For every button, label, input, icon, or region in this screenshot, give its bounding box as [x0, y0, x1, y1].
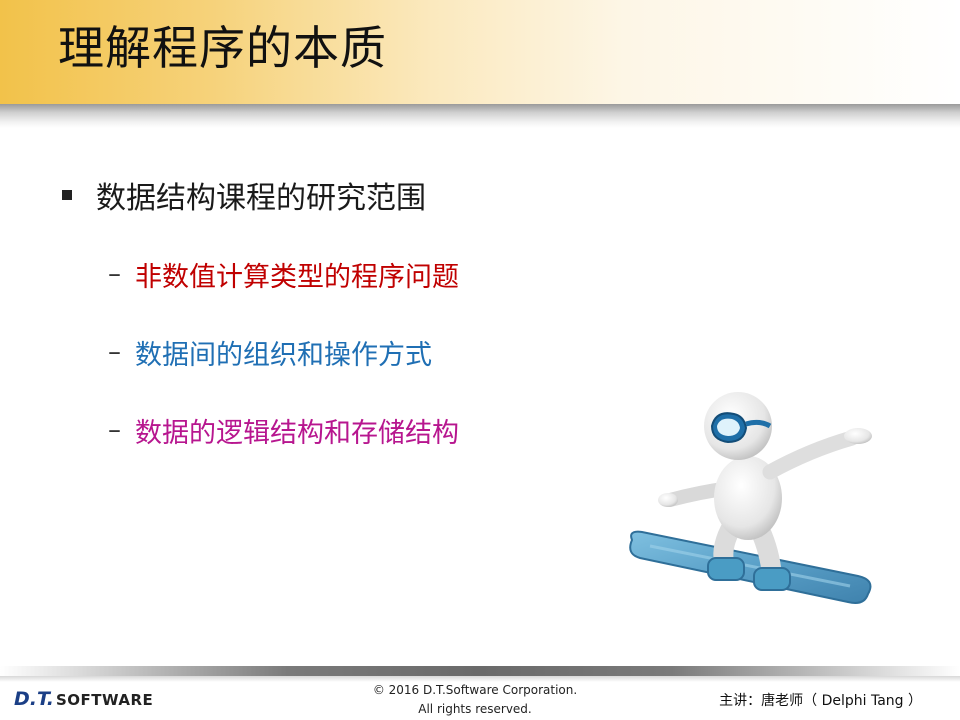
page-title: 理解程序的本质	[58, 21, 387, 75]
presenter-credit: 主讲：唐老师（ Delphi Tang ）	[719, 693, 922, 709]
company-logo: D.T. SOFTWARE	[14, 688, 153, 710]
copyright-line-2: All rights reserved.	[418, 702, 532, 716]
square-bullet-icon	[62, 190, 72, 200]
logo-wordmark: SOFTWARE	[55, 691, 154, 709]
snowboarder-figure	[629, 392, 872, 604]
copyright-notice: © 2016 D.T.Software Corporation. All rig…	[330, 681, 620, 719]
sub-item-text: 非数值计算类型的程序问题	[135, 261, 459, 293]
main-bullet: 数据结构课程的研究范围	[62, 170, 426, 220]
sub-item-text: 数据的逻辑结构和存储结构	[135, 417, 459, 449]
sub-item-text: 数据间的组织和操作方式	[135, 339, 432, 371]
dash-bullet: –	[108, 415, 121, 445]
dash-bullet: –	[108, 259, 121, 289]
copyright-line-1: © 2016 D.T.Software Corporation.	[372, 683, 578, 697]
sub-item: – 非数值计算类型的程序问题	[108, 252, 459, 296]
title-band-shadow	[0, 104, 960, 128]
sub-item: – 数据的逻辑结构和存储结构	[108, 408, 459, 452]
dash-bullet: –	[108, 337, 121, 367]
main-bullet-text: 数据结构课程的研究范围	[96, 181, 426, 216]
footer-divider	[0, 666, 960, 676]
logo-mark: D.T.	[14, 688, 54, 710]
sub-item: – 数据间的组织和操作方式	[108, 330, 432, 374]
